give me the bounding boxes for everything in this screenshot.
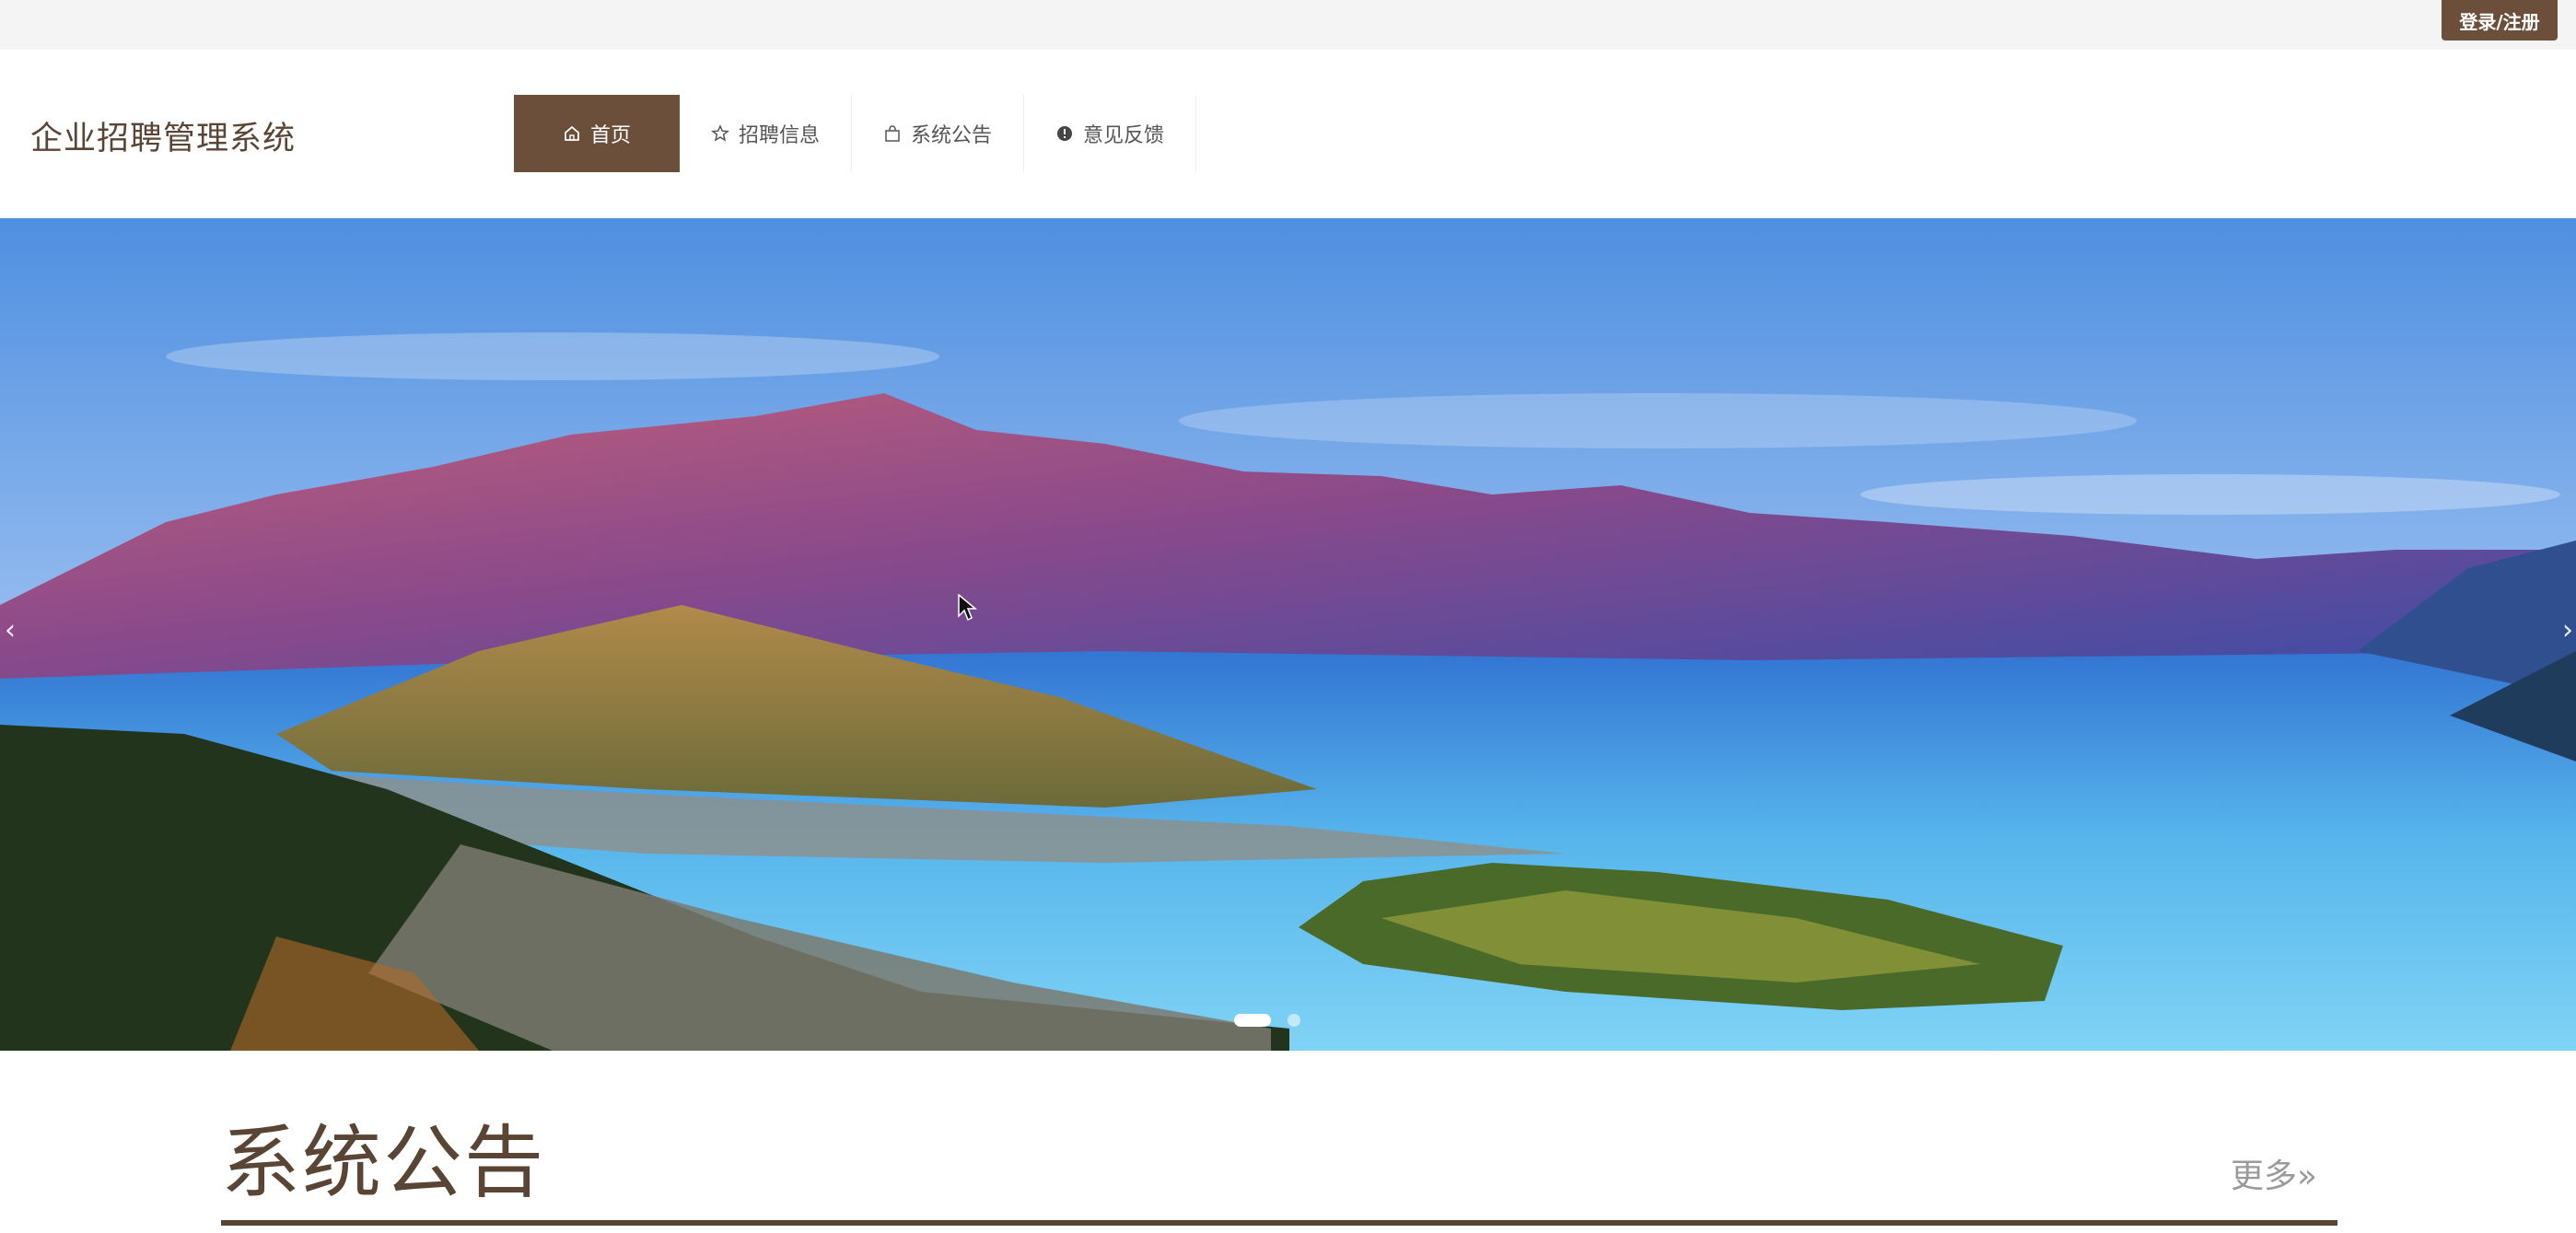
star-icon [711,124,729,143]
site-title: 企业招聘管理系统 [30,121,297,157]
carousel-prev-arrow[interactable]: ‹ [0,614,24,646]
nav-item-label: 意见反馈 [1083,124,1165,147]
nav-item-feedback[interactable]: 意见反馈 [1024,95,1197,172]
banner-landscape-image [0,218,2576,1051]
announcements-section-title: 系统公告 [221,1117,545,1209]
nav-item-label: 招聘信息 [739,124,821,147]
carousel-dot-2[interactable] [1288,1014,1300,1027]
nav-item-jobs[interactable]: 招聘信息 [680,95,853,172]
main-nav: 首页 招聘信息 系统公告 意见反馈 [514,95,1197,172]
mouse-cursor-icon [958,594,978,622]
nav-item-home[interactable]: 首页 [514,95,680,172]
nav-item-label: 系统公告 [911,124,993,147]
more-link[interactable]: 更多» [2231,1149,2317,1197]
nav-item-label: 首页 [589,124,631,147]
site-header: 企业招聘管理系统 首页 招聘信息 系统公告 意见反馈 [0,50,2576,218]
home-icon [563,124,581,143]
section-divider [221,1220,2337,1226]
banner-carousel[interactable]: ‹ › [0,218,2576,1051]
login-register-button[interactable]: 登录/注册 [2442,0,2558,41]
carousel-dot-1[interactable] [1234,1014,1271,1027]
top-utility-bar: 登录/注册 [0,0,2576,50]
nav-item-announcements[interactable]: 系统公告 [852,95,1025,172]
carousel-next-arrow[interactable]: › [2554,614,2576,646]
carousel-indicators [1234,1014,1300,1027]
bag-icon [883,124,902,143]
alert-circle-icon [1055,124,1074,143]
